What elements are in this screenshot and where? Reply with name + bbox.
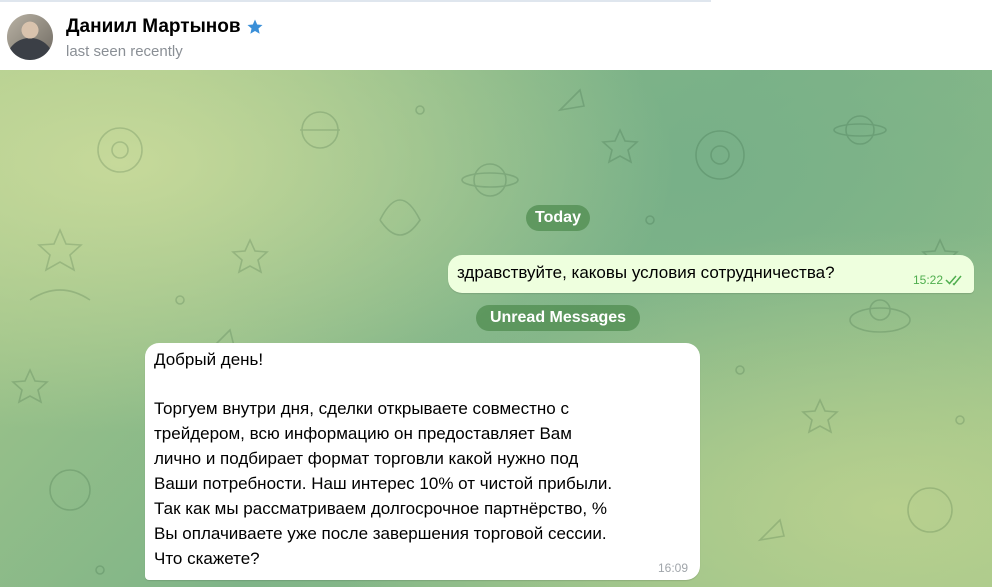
contact-name-row: Даниил Мартынов	[66, 16, 264, 38]
unread-separator: Unread Messages	[476, 305, 640, 331]
outgoing-message[interactable]: здравствуйте, каковы условия сотрудничес…	[448, 255, 974, 293]
outgoing-message-text: здравствуйте, каковы условия сотрудничес…	[457, 263, 835, 282]
double-check-icon	[945, 275, 962, 286]
incoming-message-line: Вы оплачиваете уже после завершения торг…	[154, 524, 607, 543]
contact-name[interactable]: Даниил Мартынов	[66, 16, 241, 38]
incoming-message-line: Торгуем внутри дня, сделки открываете со…	[154, 399, 569, 418]
incoming-message-line: Добрый день!	[154, 350, 264, 369]
contact-status: last seen recently	[66, 43, 183, 60]
outgoing-message-meta: 15:22	[913, 273, 965, 287]
incoming-message-line: трейдером, всю информацию он предоставля…	[154, 424, 572, 443]
outgoing-message-time: 15:22	[912, 273, 943, 287]
incoming-message-time: 16:09	[657, 561, 688, 575]
avatar[interactable]	[7, 14, 53, 60]
incoming-message-line: Ваши потребности. Наш интерес 10% от чис…	[154, 474, 613, 493]
verified-star-icon	[247, 19, 263, 34]
date-separator: Today	[526, 205, 590, 231]
incoming-message-line: Так как мы рассматриваем долгосрочное па…	[154, 499, 607, 518]
incoming-message-line: лично и подбирает формат торговли какой …	[154, 449, 579, 468]
header-blank-area	[711, 0, 992, 70]
chat-area[interactable]: Today здравствуйте, каковы условия сотру…	[0, 70, 992, 587]
incoming-message-line: Что скажете?	[154, 549, 260, 568]
incoming-message[interactable]: Добрый день! Торгуем внутри дня, сделки …	[145, 343, 700, 580]
chat-header[interactable]: Даниил Мартынов last seen recently	[0, 0, 711, 70]
